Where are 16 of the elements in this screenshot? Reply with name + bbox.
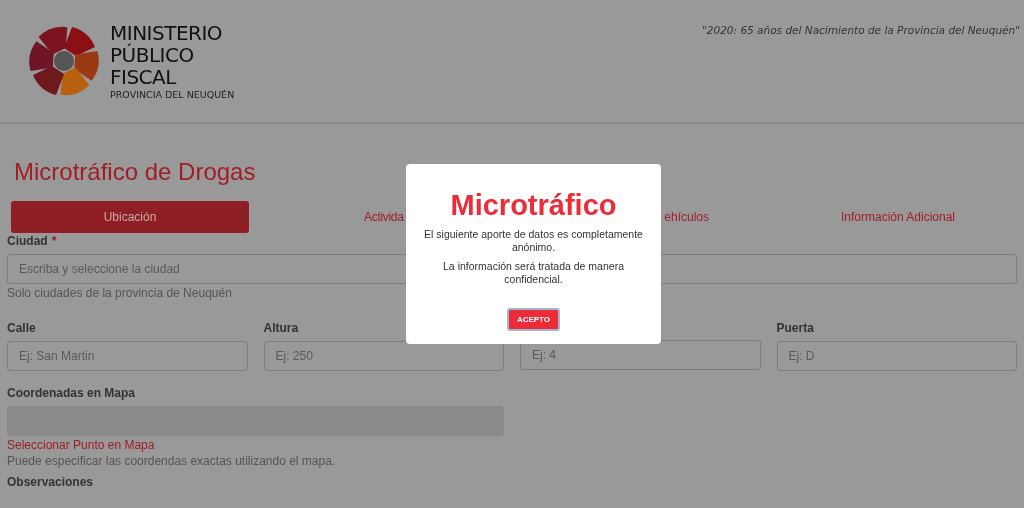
brand-name: MINISTERIO PÚBLICO FISCAL (110, 22, 224, 88)
field-label: Ciudad (7, 233, 48, 249)
motto-text: "2020: 65 años del Nacimiento de la Provincia del Neuquén" (701, 23, 1021, 36)
field-label: Puerta (776, 320, 814, 336)
brand-subtitle: PROVINCIA DEL NEUQUÉN (110, 89, 235, 100)
modal-text: El siguiente aporte de datos es completamente anónimo. (423, 228, 644, 254)
field-label: Altura (263, 320, 299, 336)
required-mark: * (51, 233, 57, 249)
modal-text: La información será tratada de manera confidencial. (442, 260, 625, 286)
help-text: Solo ciudades de la provincia de Neuquén (7, 286, 233, 300)
modal-title: Microtráfico (449, 188, 618, 222)
page-title: Microtráfico de Drogas (14, 158, 257, 186)
field-label: Coordenadas en Mapa (7, 385, 136, 401)
field-label: Observaciones (7, 474, 94, 490)
help-text: Puede especificar las coordendas exactas utilizando el mapa. (7, 454, 337, 468)
field-label: Calle (7, 320, 36, 336)
